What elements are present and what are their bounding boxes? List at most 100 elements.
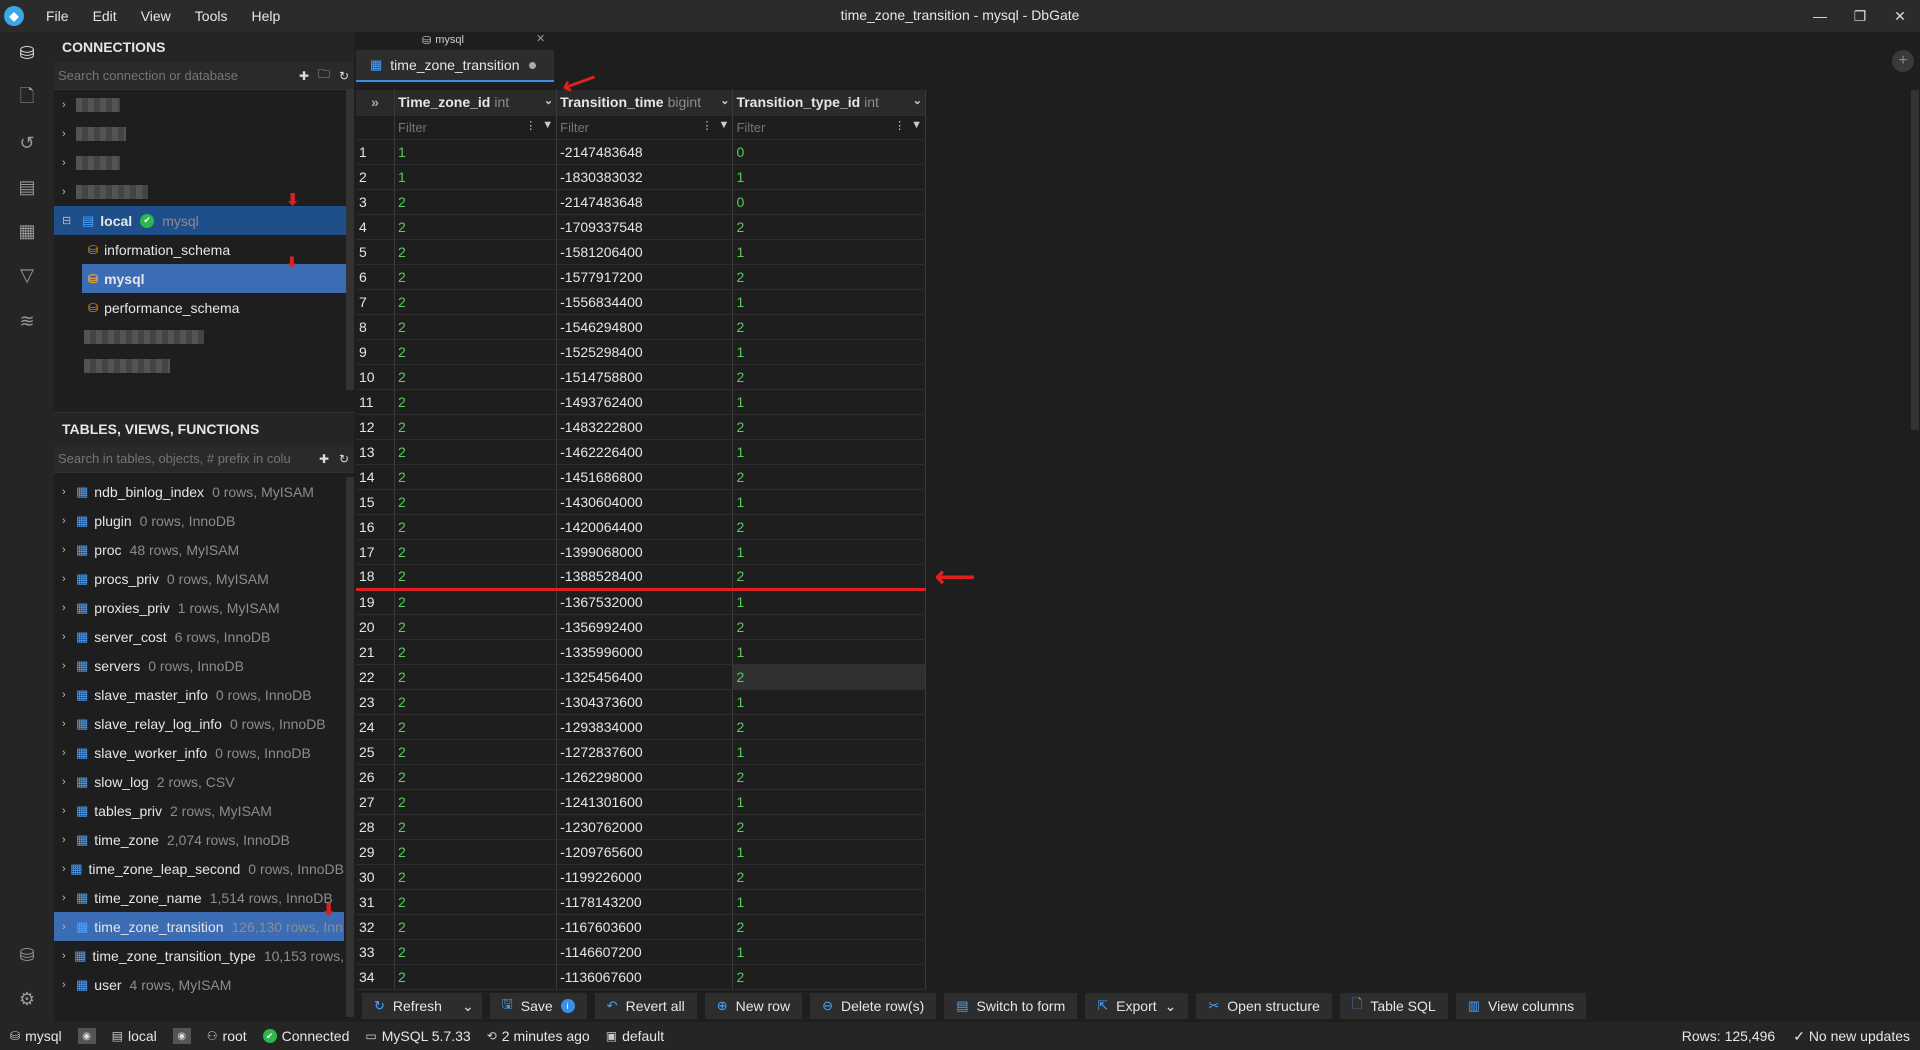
grid-cell[interactable]: 0 bbox=[732, 189, 926, 215]
connection-local[interactable]: ⊟ ▤ local ✔ mysql bbox=[54, 206, 354, 235]
grid-cell[interactable]: 2 bbox=[394, 489, 558, 515]
table-row[interactable]: 2 1 -1830383032 1 bbox=[356, 164, 926, 190]
plugins-icon[interactable]: ▦ bbox=[14, 218, 40, 244]
add-object-icon[interactable]: ✚ bbox=[314, 446, 334, 472]
database-item[interactable]: ⛁ performance_schema bbox=[54, 293, 354, 322]
revert-all-button[interactable]: ↶ Revert all bbox=[594, 993, 697, 1019]
grid-cell[interactable]: 1 bbox=[732, 489, 926, 515]
grid-cell[interactable]: 2 bbox=[394, 939, 558, 965]
grid-cell[interactable]: 2 bbox=[394, 689, 558, 715]
table-sql-button[interactable]: 🗋 Table SQL bbox=[1339, 993, 1448, 1019]
connection-item[interactable]: › bbox=[54, 177, 354, 206]
table-row[interactable]: 14 2 -1451686800 2 bbox=[356, 464, 926, 490]
filter-icon[interactable]: ▼ bbox=[719, 119, 730, 131]
table-item[interactable]: › ▦ time_zone_transition_type 10,153 rows, bbox=[54, 941, 344, 970]
grid-cell[interactable]: -1146607200 bbox=[556, 939, 734, 965]
table-row[interactable]: 19 2 -1367532000 1 bbox=[356, 589, 926, 615]
table-item[interactable]: › ▦ plugin 0 rows, InnoDB bbox=[54, 506, 344, 535]
table-item[interactable]: › ▦ time_zone_transition 126,130 rows, Inn bbox=[54, 912, 344, 941]
grid-cell[interactable]: -1199226000 bbox=[556, 864, 734, 890]
grid-cell[interactable]: 2 bbox=[732, 864, 926, 890]
switch-to-form-button[interactable]: ▤ Switch to form bbox=[944, 993, 1078, 1019]
grid-cell[interactable]: -1577917200 bbox=[556, 264, 734, 290]
grid-cell[interactable]: 2 bbox=[394, 214, 558, 240]
chevron-down-icon[interactable]: ⌄ bbox=[544, 94, 553, 107]
grid-cell[interactable]: 2 bbox=[394, 289, 558, 315]
grid-cell[interactable]: 2 bbox=[394, 739, 558, 765]
connection-item[interactable]: › bbox=[54, 119, 354, 148]
grid-cell[interactable]: -2147483648 bbox=[556, 189, 734, 215]
refresh-icon[interactable]: ↻ bbox=[334, 446, 354, 472]
grid-cell[interactable]: 2 bbox=[732, 414, 926, 440]
chevron-right-icon[interactable]: › bbox=[62, 660, 76, 672]
chevron-right-icon[interactable]: › bbox=[62, 544, 76, 556]
chevron-right-icon[interactable]: › bbox=[62, 805, 76, 817]
grid-cell[interactable]: 2 bbox=[732, 814, 926, 840]
grid-cell[interactable]: -1399068000 bbox=[556, 539, 734, 565]
table-row[interactable]: 28 2 -1230762000 2 bbox=[356, 814, 926, 840]
table-row[interactable]: 3 2 -2147483648 0 bbox=[356, 189, 926, 215]
table-row[interactable]: 16 2 -1420064400 2 bbox=[356, 514, 926, 540]
table-row[interactable]: 21 2 -1335996000 1 bbox=[356, 639, 926, 665]
chevron-right-icon[interactable]: › bbox=[62, 718, 76, 730]
grid-cell[interactable]: 1 bbox=[732, 639, 926, 665]
view-columns-button[interactable]: ▥ View columns bbox=[1455, 993, 1587, 1019]
refresh-button[interactable]: ↻ Refresh bbox=[362, 993, 454, 1019]
chevron-right-icon[interactable]: › bbox=[62, 863, 70, 875]
table-row[interactable]: 11 2 -1493762400 1 bbox=[356, 389, 926, 415]
connection-item[interactable]: › bbox=[54, 90, 354, 119]
grid-cell[interactable]: 1 bbox=[732, 689, 926, 715]
table-row[interactable]: 20 2 -1356992400 2 bbox=[356, 614, 926, 640]
chevron-right-icon[interactable]: › bbox=[62, 776, 76, 788]
add-connection-icon[interactable]: ✚ bbox=[294, 63, 314, 89]
filter-icon[interactable]: ▽ bbox=[14, 262, 40, 288]
grid-cell[interactable]: 2 bbox=[394, 889, 558, 915]
tables-search-input[interactable] bbox=[54, 445, 314, 472]
table-row[interactable]: 26 2 -1262298000 2 bbox=[356, 764, 926, 790]
grid-cell[interactable]: 1 bbox=[732, 339, 926, 365]
column-header[interactable]: Transition_type_id int ⌄ bbox=[732, 90, 926, 116]
grid-cell[interactable]: 2 bbox=[394, 814, 558, 840]
gear-icon[interactable]: ⚙ bbox=[14, 986, 40, 1012]
grid-cell[interactable]: 2 bbox=[394, 539, 558, 565]
grid-cell[interactable]: 2 bbox=[394, 864, 558, 890]
grid-cell[interactable]: -1462226400 bbox=[556, 439, 734, 465]
grid-cell[interactable]: 1 bbox=[732, 289, 926, 315]
grid-cell[interactable]: 2 bbox=[732, 364, 926, 390]
grid-cell[interactable]: 2 bbox=[732, 614, 926, 640]
grid-cell[interactable]: 1 bbox=[732, 164, 926, 190]
layers-icon[interactable]: ≋ bbox=[14, 308, 40, 334]
grid-cell[interactable]: 2 bbox=[732, 264, 926, 290]
grid-cell[interactable]: 2 bbox=[732, 514, 926, 540]
grid-cell[interactable]: -1272837600 bbox=[556, 739, 734, 765]
expand-columns-icon[interactable]: » bbox=[356, 90, 395, 116]
grid-cell[interactable]: 1 bbox=[732, 589, 926, 615]
database-item[interactable]: ⛁ information_schema bbox=[54, 235, 354, 264]
table-row[interactable]: 30 2 -1199226000 2 bbox=[356, 864, 926, 890]
table-item[interactable]: › ▦ ndb_binlog_index 0 rows, MyISAM bbox=[54, 477, 344, 506]
grid-cell[interactable]: -1581206400 bbox=[556, 239, 734, 265]
grid-cell[interactable]: -1209765600 bbox=[556, 839, 734, 865]
archive-icon[interactable]: ▤ bbox=[14, 174, 40, 200]
grid-cell[interactable]: -1262298000 bbox=[556, 764, 734, 790]
grid-cell[interactable]: 2 bbox=[394, 339, 558, 365]
table-item[interactable]: › ▦ server_cost 6 rows, InnoDB bbox=[54, 622, 344, 651]
grid-cell[interactable]: 2 bbox=[394, 789, 558, 815]
table-item[interactable]: › ▦ time_zone_leap_second 0 rows, InnoDB bbox=[54, 854, 344, 883]
grid-cell[interactable]: 2 bbox=[394, 839, 558, 865]
grid-cell[interactable]: 2 bbox=[394, 589, 558, 615]
table-row[interactable]: 22 2 -1325456400 2 bbox=[356, 664, 926, 690]
chevron-right-icon[interactable]: › bbox=[62, 834, 76, 846]
close-icon[interactable]: ✕ bbox=[1880, 0, 1920, 32]
more-icon[interactable]: ⋮ bbox=[894, 119, 905, 132]
table-item[interactable]: › ▦ tables_priv 2 rows, MyISAM bbox=[54, 796, 344, 825]
connections-scrollbar[interactable] bbox=[346, 90, 354, 390]
grid-cell[interactable]: -1493762400 bbox=[556, 389, 734, 415]
filter-icon[interactable]: ▼ bbox=[911, 119, 922, 131]
table-row[interactable]: 17 2 -1399068000 1 bbox=[356, 539, 926, 565]
table-row[interactable]: 10 2 -1514758800 2 bbox=[356, 364, 926, 390]
column-header[interactable]: Time_zone_id int ⌄ bbox=[394, 90, 558, 116]
main-scrollbar[interactable] bbox=[1910, 90, 1920, 1010]
grid-cell[interactable]: 1 bbox=[732, 939, 926, 965]
table-item[interactable]: › ▦ slow_log 2 rows, CSV bbox=[54, 767, 344, 796]
